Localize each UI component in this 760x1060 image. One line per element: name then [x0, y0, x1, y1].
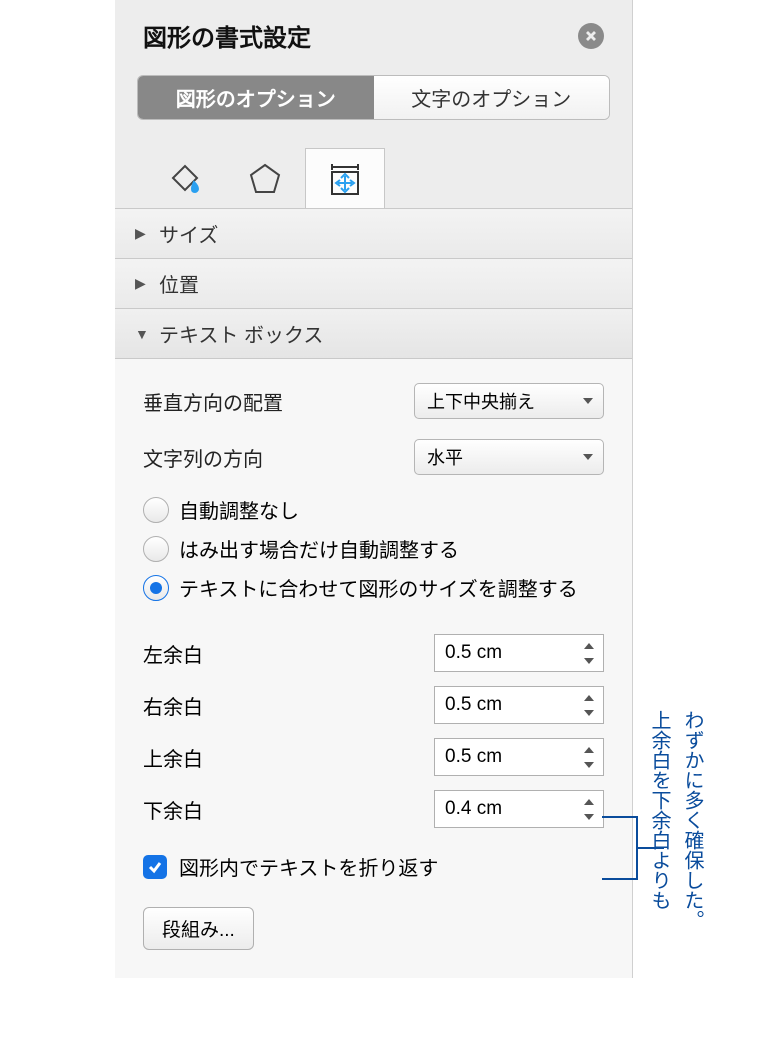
paint-bucket-icon	[167, 160, 203, 196]
vertical-align-select[interactable]: 上下中央揃え	[414, 383, 604, 419]
radio-icon	[143, 575, 169, 601]
stepper-arrows[interactable]	[579, 638, 599, 668]
section-size-label: サイズ	[159, 219, 218, 248]
close-button[interactable]	[578, 23, 604, 49]
icon-tab-fill[interactable]	[145, 148, 225, 208]
tab-shape-options[interactable]: 図形のオプション	[138, 76, 374, 119]
margin-top-value: 0.5 cm	[445, 746, 502, 768]
chevron-right-icon: ▶	[135, 225, 149, 242]
chevron-down-icon: ▼	[135, 326, 149, 342]
tab-text-options[interactable]: 文字のオプション	[374, 76, 610, 119]
vertical-align-value: 上下中央揃え	[427, 388, 535, 414]
icon-tabs	[115, 138, 632, 208]
section-textbox[interactable]: ▼ テキスト ボックス	[115, 308, 632, 358]
margin-left-row: 左余白 0.5 cm	[143, 634, 604, 672]
wrap-text-label: 図形内でテキストを折り返す	[179, 852, 438, 881]
text-direction-value: 水平	[427, 444, 463, 470]
pentagon-icon	[247, 160, 283, 196]
margin-bottom-value: 0.4 cm	[445, 798, 502, 820]
margin-left-label: 左余白	[143, 639, 203, 668]
columns-button[interactable]: 段組み...	[143, 907, 254, 950]
format-shape-panel: 図形の書式設定 図形のオプション 文字のオプション	[115, 0, 633, 978]
option-tabs: 図形のオプション 文字のオプション	[137, 75, 610, 120]
section-position-label: 位置	[159, 269, 199, 298]
radio-icon	[143, 497, 169, 523]
margin-left-value: 0.5 cm	[445, 642, 502, 664]
icon-tab-size-properties[interactable]	[305, 148, 385, 208]
panel-header: 図形の書式設定	[115, 0, 632, 75]
annotation-text-line2: わずかに多く確保した。	[677, 710, 706, 930]
margin-right-value: 0.5 cm	[445, 694, 502, 716]
radio-autofit-shrink[interactable]: はみ出す場合だけ自動調整する	[143, 534, 604, 563]
checkbox-icon	[143, 855, 167, 879]
text-direction-label: 文字列の方向	[143, 443, 313, 472]
field-vertical-align: 垂直方向の配置 上下中央揃え	[143, 383, 604, 419]
margin-top-label: 上余白	[143, 743, 203, 772]
stepper-arrows[interactable]	[579, 690, 599, 720]
text-direction-select[interactable]: 水平	[414, 439, 604, 475]
margin-right-stepper[interactable]: 0.5 cm	[434, 686, 604, 724]
margin-top-row: 上余白 0.5 cm	[143, 738, 604, 776]
wrap-text-row[interactable]: 図形内でテキストを折り返す	[143, 852, 604, 881]
margin-bottom-row: 下余白 0.4 cm	[143, 790, 604, 828]
radio-icon	[143, 536, 169, 562]
radio-autofit-shrink-label: はみ出す場合だけ自動調整する	[179, 534, 459, 563]
icon-tab-effects[interactable]	[225, 148, 305, 208]
annotation-bracket	[602, 816, 638, 880]
stepper-arrows[interactable]	[579, 794, 599, 824]
close-icon	[585, 30, 597, 42]
section-textbox-label: テキスト ボックス	[159, 319, 323, 348]
radio-autofit-resize-shape[interactable]: テキストに合わせて図形のサイズを調整する	[143, 573, 604, 602]
annotation-text-line1: 上余白を下余白よりも	[644, 710, 673, 910]
margin-left-stepper[interactable]: 0.5 cm	[434, 634, 604, 672]
radio-autofit-resize-label: テキストに合わせて図形のサイズを調整する	[179, 573, 578, 602]
chevron-right-icon: ▶	[135, 275, 149, 292]
margin-top-stepper[interactable]: 0.5 cm	[434, 738, 604, 776]
margin-right-row: 右余白 0.5 cm	[143, 686, 604, 724]
section-position[interactable]: ▶ 位置	[115, 258, 632, 308]
vertical-align-label: 垂直方向の配置	[143, 387, 313, 416]
stepper-arrows[interactable]	[579, 742, 599, 772]
margin-right-label: 右余白	[143, 691, 203, 720]
size-properties-icon	[326, 160, 364, 198]
textbox-body: 垂直方向の配置 上下中央揃え 文字列の方向 水平 自動調整なし はみ出す場合だけ…	[115, 358, 632, 978]
annotation: 上余白を下余白よりも わずかに多く確保した。	[644, 710, 706, 930]
radio-autofit-none[interactable]: 自動調整なし	[143, 495, 604, 524]
section-size[interactable]: ▶ サイズ	[115, 208, 632, 258]
field-text-direction: 文字列の方向 水平	[143, 439, 604, 475]
radio-autofit-none-label: 自動調整なし	[179, 495, 299, 524]
margin-bottom-label: 下余白	[143, 795, 203, 824]
margin-bottom-stepper[interactable]: 0.4 cm	[434, 790, 604, 828]
panel-title: 図形の書式設定	[143, 18, 311, 53]
